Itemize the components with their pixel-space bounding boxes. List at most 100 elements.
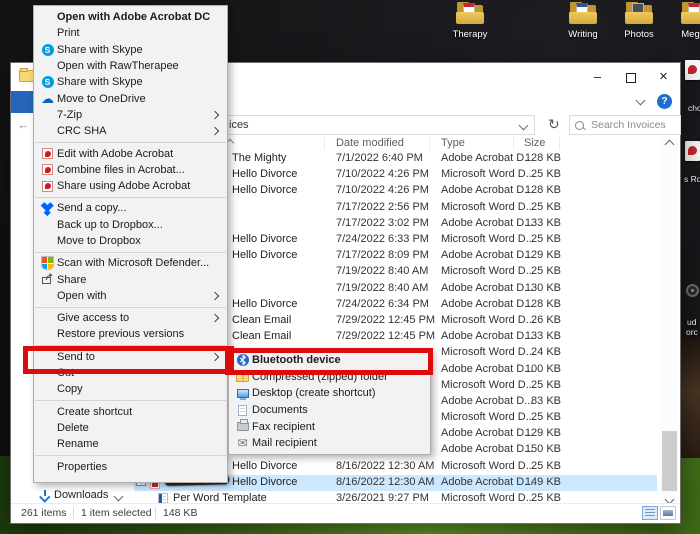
file-size: 100 KB [524,362,561,375]
dropbox-icon [41,202,54,216]
acrobat-icon [42,148,53,160]
scroll-up-icon[interactable] [664,139,675,150]
menu-item-desktop-create-shortcut[interactable]: Desktop (create shortcut) [229,385,430,402]
file-name: Hello Divorce [232,184,298,197]
file-size: 24 KB [531,346,561,359]
fax-icon [236,419,249,432]
file-date-modified: 7/19/2022 8:40 AM [336,265,429,278]
menu-item-documents[interactable]: Documents [229,402,430,419]
menu-item-combine-files-in-acrobat[interactable]: Combine files in Acrobat... [34,162,227,178]
submenu-arrow-icon [210,291,220,301]
file-size: 83 KB [531,394,561,407]
desktop-icon-photos[interactable]: Photos [608,2,670,40]
menu-item-scan-with-microsoft-defender[interactable]: Scan with Microsoft Defender... [34,255,227,271]
menu-item-open-with[interactable]: Open with [34,288,227,304]
folder-icon [19,68,34,82]
menu-item-share-with-skype[interactable]: S Share with Skype [34,42,227,58]
menu-item-icon-slot: S [38,43,57,56]
menu-item-open-with-rawtherapee[interactable]: Open with RawTherapee [34,58,227,74]
menu-item-share-with-skype[interactable]: S Share with Skype [34,74,227,90]
menu-item-icon-slot [38,256,57,271]
maximize-button[interactable] [614,63,647,91]
monitor-icon [236,388,249,400]
menu-item-7-zip[interactable]: 7-Zip [34,107,227,123]
scrollbar[interactable] [661,137,678,508]
menu-item-label: Share using Adobe Acrobat [57,180,191,193]
menu-item-move-to-dropbox[interactable]: Move to Dropbox [34,233,227,249]
menu-item-fax-recipient[interactable]: Fax recipient [229,418,430,435]
desktop-icon-writing[interactable]: Writing [552,2,614,40]
scroll-thumb[interactable] [662,431,677,491]
mail-icon: ✉ [237,436,248,451]
desktop-edge-label: ud [687,317,697,327]
menu-item-move-to-onedrive[interactable]: ☁ Move to OneDrive [34,90,227,106]
menu-item-send-a-copy[interactable]: Send a copy... [34,200,227,216]
menu-item-icon-slot [38,272,57,288]
menu-item-label: Move to Dropbox [57,235,141,247]
search-box[interactable] [569,115,681,135]
menu-item-icon-slot [233,419,252,432]
menu-item-label: Send a copy... [57,202,127,215]
refresh-button[interactable]: ↻ [548,116,560,133]
highlight-box-bluetooth [225,348,433,375]
menu-item-properties[interactable]: Properties [34,458,227,474]
file-name: Hello Divorce [232,249,298,262]
desktop-edge-pdf-icon[interactable] [685,60,700,80]
menu-item-label: Combine files in Acrobat... [57,163,185,176]
menu-item-print[interactable]: Print [34,25,227,41]
menu-item-label: Share with Skype [57,43,143,56]
address-dropdown-icon[interactable] [518,120,529,131]
menu-item-give-access-to[interactable]: Give access to [34,310,227,326]
menu-item-crc-sha[interactable]: CRC SHA [34,123,227,139]
file-date-modified: 7/17/2022 3:02 PM [336,216,429,229]
address-text: ices [229,119,249,131]
minimize-button[interactable]: – [581,63,614,91]
menu-item-label: Print [57,27,80,40]
menu-item-label: Documents [252,404,308,417]
folder-icon [680,2,700,25]
help-button[interactable]: ? [657,94,672,109]
menu-item-share-using-adobe-acrobat[interactable]: Share using Adobe Acrobat [34,178,227,194]
menu-item-create-shortcut[interactable]: Create shortcut [34,404,227,420]
column-header-size[interactable]: Size [524,137,545,149]
menu-item-copy[interactable]: Copy [34,381,227,397]
submenu-arrow-icon [210,313,220,323]
menu-item-icon-slot [233,388,252,400]
menu-item-label: Share with Skype [57,76,143,89]
menu-item-restore-previous-versions[interactable]: Restore previous versions [34,326,227,342]
menu-item-label: Restore previous versions [57,328,185,341]
ribbon-collapse-icon[interactable] [635,95,646,106]
file-size: 130 KB [524,281,561,294]
details-view-button[interactable] [642,506,658,520]
close-button[interactable]: × [647,63,680,91]
file-name: Hello Divorce [232,475,298,488]
desktop-icon-therapy[interactable]: Therapy [439,2,501,40]
desktop-edge-photo [681,338,700,458]
desktop-edge-audio-icon[interactable] [686,284,699,297]
search-input[interactable] [589,118,679,132]
desktop-edge-label: orc [686,327,698,337]
ribbon-file-tab[interactable] [11,91,34,113]
menu-item-label: Scan with Microsoft Defender... [57,257,210,270]
back-button[interactable]: ← [17,117,30,132]
column-header-type[interactable]: Type [441,137,465,149]
thumbnails-view-button[interactable] [660,506,676,520]
maximize-icon [625,73,636,83]
desktop-icon-meg-s[interactable]: Meg S [664,2,700,40]
menu-item-share[interactable]: Share [34,271,227,287]
document-icon [238,404,247,416]
menu-item-open-with-adobe-acrobat-dc[interactable]: Open with Adobe Acrobat DC [34,9,227,25]
file-name: Hello Divorce [232,233,298,245]
sidebar-item-label: Downloads [54,489,109,501]
file-date-modified: 7/19/2022 8:40 AM [336,281,429,294]
file-date-modified: 8/16/2022 12:30 AM [336,459,435,472]
menu-item-mail-recipient[interactable]: ✉ Mail recipient [229,435,430,452]
menu-item-back-up-to-dropbox[interactable]: Back up to Dropbox... [34,217,227,233]
menu-item-delete[interactable]: Delete [34,420,227,436]
menu-item-rename[interactable]: Rename [34,436,227,452]
menu-item-edit-with-adobe-acrobat[interactable]: Edit with Adobe Acrobat [34,145,227,161]
status-selected-size: 148 KB [163,507,198,519]
column-header-date-modified[interactable]: Date modified [336,137,404,149]
desktop-edge-pdf-icon[interactable] [685,141,700,161]
menu-item-icon-slot [38,164,57,176]
